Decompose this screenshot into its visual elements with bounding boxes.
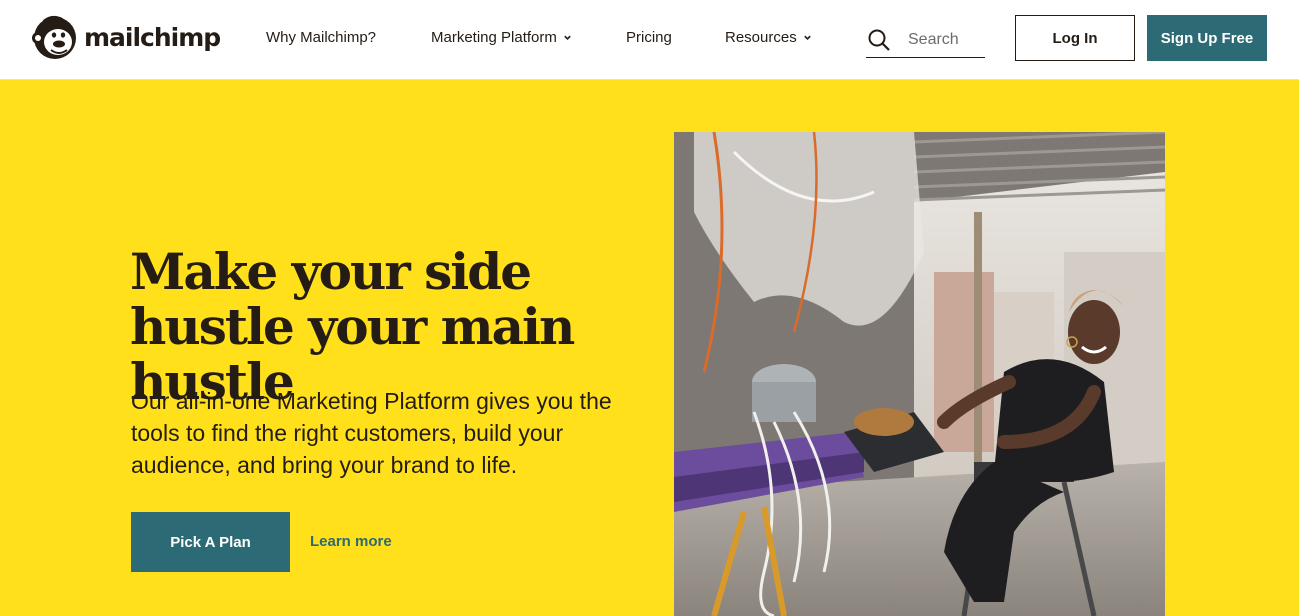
nav-marketing-platform[interactable]: Marketing Platform [431, 29, 572, 46]
nav-pricing-label: Pricing [626, 29, 672, 46]
freddie-monkey-icon [32, 15, 76, 59]
signup-button[interactable]: Sign Up Free [1147, 15, 1267, 61]
nav-why-mailchimp-label: Why Mailchimp? [266, 29, 377, 46]
nav-marketing-platform-label: Marketing Platform [431, 29, 557, 46]
chevron-down-icon [803, 35, 811, 40]
chevron-down-icon [564, 35, 571, 40]
site-header: mailchimp Why Mailchimp? Marketing Platf… [0, 0, 1299, 80]
nav-pricing[interactable]: Pricing [626, 29, 672, 46]
learn-more-link[interactable]: Learn more [310, 533, 392, 550]
nav-why-mailchimp[interactable]: Why Mailchimp? [266, 29, 376, 46]
hero-photo-illustration [674, 132, 1165, 616]
mailchimp-logo[interactable]: mailchimp [30, 11, 221, 63]
search-input[interactable] [908, 30, 984, 49]
brand-name: mailchimp [84, 22, 221, 52]
login-button[interactable]: Log In [1015, 15, 1135, 61]
hero-photo [674, 132, 1165, 616]
hero-subtext: Our all-in-one Marketing Platform gives … [131, 388, 612, 478]
search-bar[interactable] [866, 22, 985, 58]
nav-resources[interactable]: Resources [725, 29, 812, 46]
nav-resources-label: Resources [725, 29, 797, 46]
pick-a-plan-button[interactable]: Pick A Plan [131, 512, 290, 572]
search-icon[interactable] [867, 28, 891, 52]
